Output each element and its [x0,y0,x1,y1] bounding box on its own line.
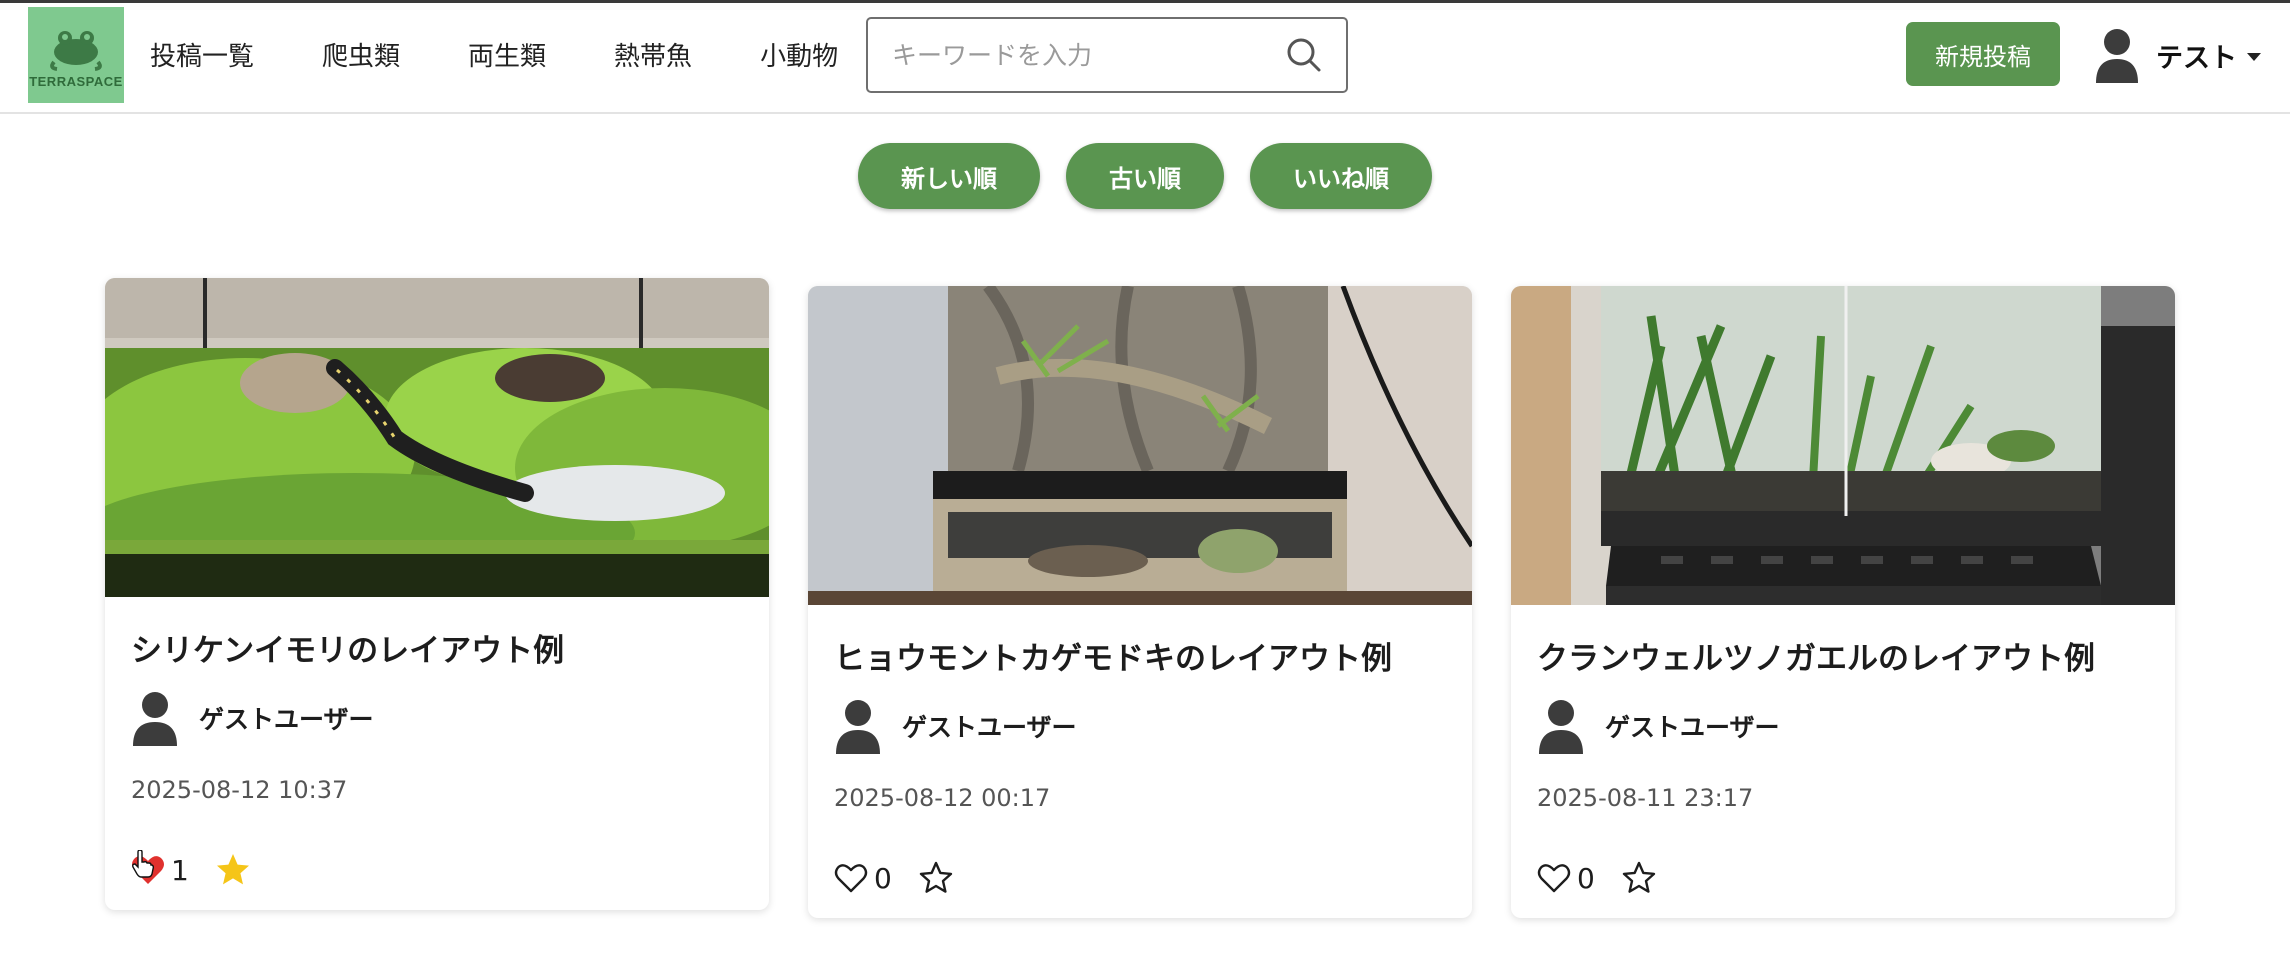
author-name: ゲストユーザー [199,705,374,734]
post-author[interactable]: ゲストユーザー [1537,698,2149,754]
like-count: 1 [171,853,189,887]
post-title[interactable]: ヒョウモントカゲモドキのレイアウト例 [834,633,1446,678]
user-name: テスト [2156,42,2237,74]
like-count: 0 [1577,861,1595,895]
like-button[interactable]: 0 [834,862,892,895]
heart-outline-icon [834,864,868,893]
nav-link-tropical-fish[interactable]: 熱帯魚 [614,36,692,73]
brand-logo-text: TERRASPACE [29,73,123,89]
post-card[interactable]: ヒョウモントカゲモドキのレイアウト例 ゲストユーザー 2025-08-12 00… [808,286,1472,918]
post-actions: 0 [1537,860,2149,896]
post-card[interactable]: シリケンイモリのレイアウト例 ゲストユーザー 2025-08-12 10:37 … [105,278,769,910]
top-navbar: TERRASPACE 投稿一覧 爬虫類 両生類 熱帯魚 小動物 新規投稿 テスト [0,3,2290,114]
post-image[interactable] [105,278,769,597]
author-name: ゲストユーザー [1605,713,1780,742]
nav-link-small-animals[interactable]: 小動物 [760,36,838,73]
nav-link-reptiles[interactable]: 爬虫類 [322,36,400,73]
post-image[interactable] [1511,286,2175,605]
nav-link-all-posts[interactable]: 投稿一覧 [150,36,254,73]
post-date: 2025-08-12 00:17 [834,784,1051,812]
brand-logo[interactable]: TERRASPACE [28,7,124,103]
author-name: ゲストユーザー [902,713,1077,742]
post-author[interactable]: ゲストユーザー [834,698,1446,754]
search-icon[interactable] [1284,35,1324,75]
star-outline-icon[interactable] [1621,860,1657,896]
hand-cursor-icon [132,850,154,878]
author-avatar-icon [133,692,177,746]
search-input[interactable] [868,19,1284,91]
sort-most-liked-button[interactable]: いいね順 [1250,143,1432,209]
sort-newest-button[interactable]: 新しい順 [858,143,1040,209]
author-avatar-icon [836,700,880,754]
post-title[interactable]: クランウェルツノガエルのレイアウト例 [1537,633,2149,678]
like-button[interactable]: 0 [1537,862,1595,895]
like-count: 0 [874,861,892,895]
sort-bar: 新しい順 古い順 いいね順 [0,143,2290,209]
search-box [866,17,1348,93]
post-card[interactable]: クランウェルツノガエルのレイアウト例 ゲストユーザー 2025-08-11 23… [1511,286,2175,918]
heart-outline-icon [1537,864,1571,893]
post-date: 2025-08-12 10:37 [131,776,348,804]
post-image[interactable] [808,286,1472,605]
sort-oldest-button[interactable]: 古い順 [1066,143,1224,209]
author-avatar-icon [1539,700,1583,754]
post-actions: 0 [834,860,1446,896]
post-actions: 1 [131,852,743,888]
user-avatar-icon [2096,29,2138,83]
star-filled-icon[interactable] [215,852,251,888]
post-title[interactable]: シリケンイモリのレイアウト例 [131,625,743,670]
star-outline-icon[interactable] [918,860,954,896]
chevron-down-icon [2247,53,2261,61]
frog-logo-icon [50,30,102,71]
post-date: 2025-08-11 23:17 [1537,784,1754,812]
nav-link-amphibians[interactable]: 両生類 [468,36,546,73]
main-nav: 投稿一覧 爬虫類 両生類 熱帯魚 小動物 [150,3,838,105]
post-author[interactable]: ゲストユーザー [131,690,743,746]
user-menu-dropdown[interactable]: テスト [2094,23,2261,87]
new-post-button[interactable]: 新規投稿 [1906,22,2060,86]
